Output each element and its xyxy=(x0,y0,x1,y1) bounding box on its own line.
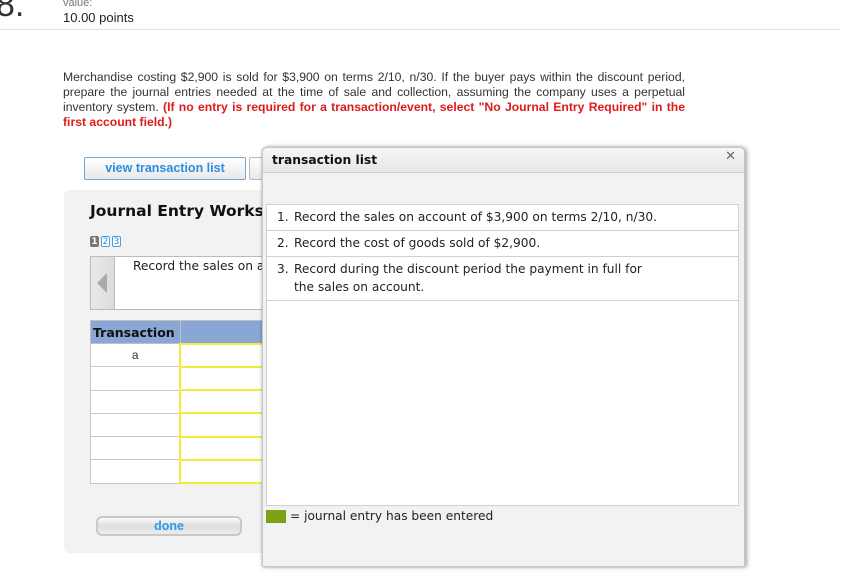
entered-swatch xyxy=(266,509,286,523)
transaction-list-dialog: transaction list ✕ 1. Record the sales o… xyxy=(262,147,745,567)
account-input[interactable] xyxy=(179,342,274,368)
dialog-header[interactable]: transaction list ✕ xyxy=(263,148,744,173)
table-row xyxy=(90,435,274,461)
account-input[interactable] xyxy=(179,389,274,415)
question-text: Merchandise costing $2,900 is sold for $… xyxy=(63,70,685,130)
journal-entry-table: Transaction a xyxy=(90,320,275,485)
item-text: Record the sales on account of $3,900 on… xyxy=(294,210,657,224)
item-number: 3. xyxy=(277,262,289,276)
list-item[interactable]: 3. Record during the discount period the… xyxy=(267,257,738,301)
value-label: value: xyxy=(63,0,93,9)
points-value: 10.00 points xyxy=(63,10,134,25)
table-row xyxy=(90,412,274,438)
transaction-cell xyxy=(90,436,181,461)
account-input[interactable] xyxy=(179,412,274,438)
view-transaction-list-button[interactable]: view transaction list xyxy=(84,157,246,180)
table-row xyxy=(90,458,274,485)
transaction-cell xyxy=(90,412,181,438)
account-input[interactable] xyxy=(179,365,274,392)
transaction-cell xyxy=(90,389,181,414)
item-text: Record during the discount period the pa… xyxy=(294,262,642,294)
question-number: 8. xyxy=(0,0,25,24)
previous-button[interactable] xyxy=(91,257,115,309)
page-2-button[interactable]: 2 xyxy=(101,236,110,247)
table-row xyxy=(90,365,274,392)
arrow-left-icon xyxy=(97,273,107,293)
transaction-cell: a xyxy=(90,342,181,368)
done-button[interactable]: done xyxy=(96,516,242,536)
account-input[interactable] xyxy=(179,458,274,485)
item-number: 1. xyxy=(277,210,289,224)
list-item[interactable]: 1. Record the sales on account of $3,900… xyxy=(267,205,738,231)
journal-entry-worksheet: Journal Entry Worksheet 1 2 3 Record the… xyxy=(64,190,496,553)
item-text: Record the cost of goods sold of $2,900. xyxy=(294,236,541,250)
item-number: 2. xyxy=(277,236,289,250)
account-input[interactable] xyxy=(179,435,274,461)
table-header-row: Transaction xyxy=(90,320,275,344)
transaction-list: 1. Record the sales on account of $3,900… xyxy=(266,204,739,506)
page-1-button[interactable]: 1 xyxy=(90,236,99,247)
header-account-titles xyxy=(179,320,275,344)
close-icon[interactable]: ✕ xyxy=(725,149,736,164)
table-row xyxy=(90,389,274,415)
legend: = journal entry has been entered xyxy=(266,509,493,523)
table-row: a xyxy=(90,342,274,368)
worksheet-pager: 1 2 3 xyxy=(90,236,121,247)
header-transaction: Transaction xyxy=(90,320,181,344)
dialog-title: transaction list xyxy=(272,153,378,167)
legend-text: = journal entry has been entered xyxy=(290,509,494,523)
transaction-cell xyxy=(90,459,181,484)
transaction-cell xyxy=(90,366,181,391)
list-item[interactable]: 2. Record the cost of goods sold of $2,9… xyxy=(267,231,738,257)
transaction-description: Record the sales on account of $3,900 on… xyxy=(90,256,496,310)
page-3-button[interactable]: 3 xyxy=(112,236,121,247)
divider xyxy=(0,29,841,30)
